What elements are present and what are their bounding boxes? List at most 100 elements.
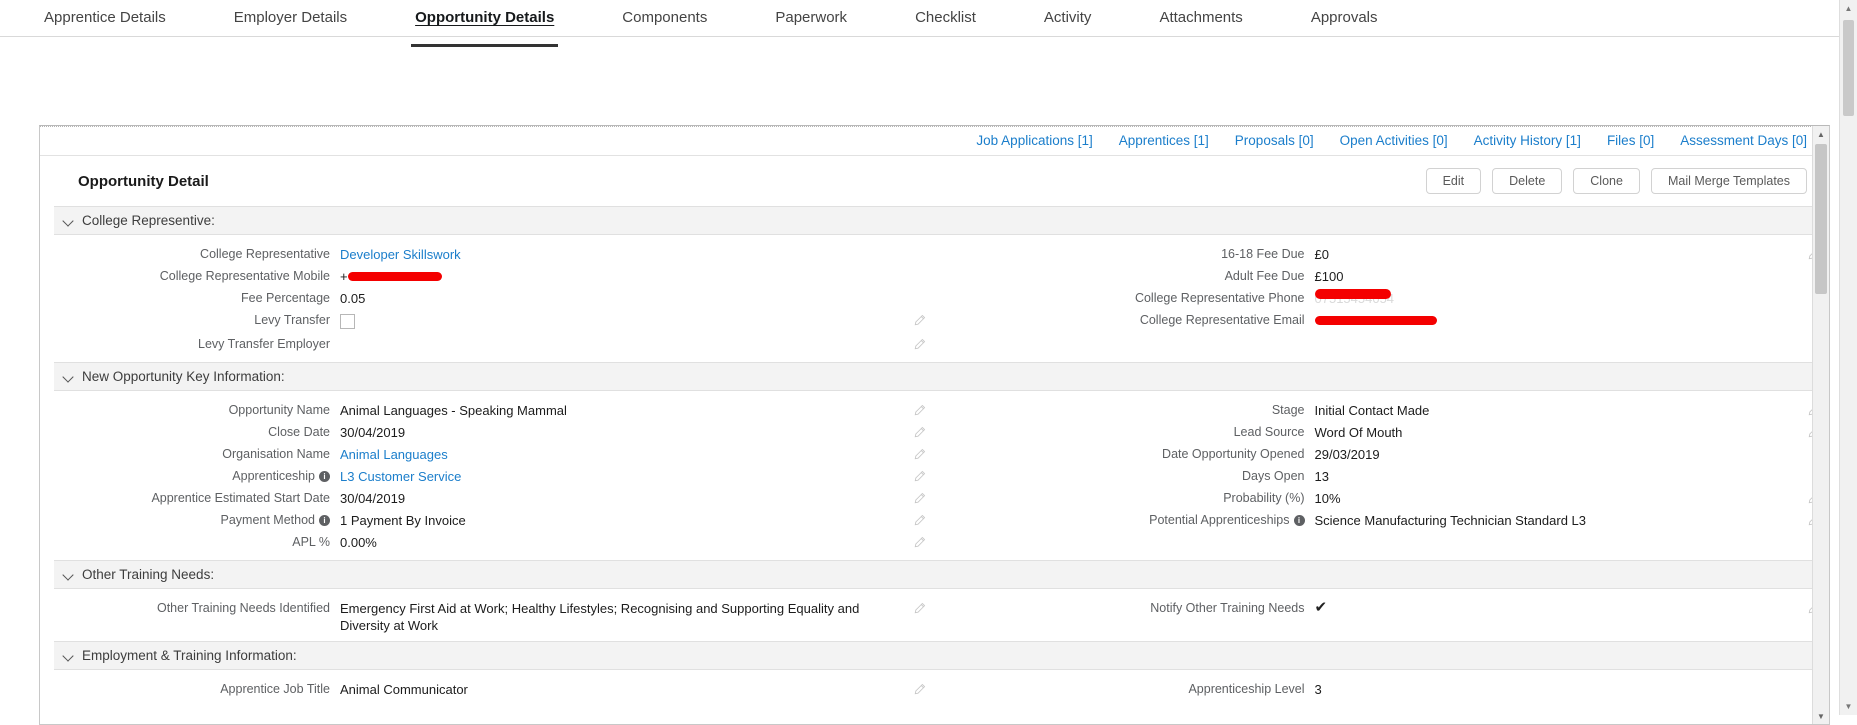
field-column-right: Apprenticeship Level 3 bbox=[935, 679, 1830, 701]
related-link-activity-history-1[interactable]: Activity History [1] bbox=[1474, 133, 1581, 148]
field-value-link[interactable]: Animal Languages bbox=[340, 445, 913, 463]
section-fields: Other Training Needs Identified Emergency… bbox=[40, 589, 1829, 641]
field-value-redacted: 07515454054 bbox=[1314, 289, 1808, 307]
field-label-text: Date Opportunity Opened bbox=[1162, 447, 1305, 461]
main-tab-bar: Apprentice Details Employer Details Opport… bbox=[0, 0, 1857, 47]
page-scroll-up-arrow-icon[interactable]: ▲ bbox=[1840, 0, 1857, 17]
field-value-redacted bbox=[1314, 311, 1808, 329]
field-value-text: + bbox=[340, 269, 348, 284]
scroll-up-arrow-icon[interactable]: ▲ bbox=[1813, 126, 1829, 142]
pencil-edit-icon[interactable] bbox=[913, 602, 926, 615]
levy-transfer-checkbox[interactable] bbox=[340, 314, 355, 329]
pencil-edit-icon[interactable] bbox=[913, 492, 926, 505]
pencil-edit-icon[interactable] bbox=[913, 426, 926, 439]
page-vertical-scrollbar[interactable]: ▲ ▼ bbox=[1839, 0, 1857, 715]
field-label-text: Fee Percentage bbox=[241, 291, 330, 305]
field-value: 3 bbox=[1314, 682, 1322, 697]
field-row: APL % 0.00% bbox=[40, 532, 935, 554]
field-value: 13 bbox=[1314, 469, 1329, 484]
delete-button[interactable]: Delete bbox=[1492, 168, 1563, 194]
page-scroll-down-arrow-icon[interactable]: ▼ bbox=[1840, 698, 1857, 715]
field-value: Science Manufacturing Technician Standar… bbox=[1314, 513, 1587, 528]
pencil-edit-icon[interactable] bbox=[913, 314, 926, 327]
field-row: Payment Method i 1 Payment By Invoice bbox=[40, 510, 935, 532]
chevron-down-icon bbox=[64, 651, 74, 661]
field-label-text: Lead Source bbox=[1233, 425, 1305, 439]
field-value: 30/04/2019 bbox=[340, 425, 406, 440]
field-label: Lead Source bbox=[935, 423, 1305, 440]
pencil-edit-icon[interactable] bbox=[913, 470, 926, 483]
tab-employer-details[interactable]: Employer Details bbox=[234, 0, 347, 36]
field-value: Animal Languages - Speaking Mammal bbox=[340, 403, 567, 418]
section-header-employment-training-information[interactable]: Employment & Training Information: bbox=[54, 641, 1815, 670]
scroll-down-arrow-icon[interactable]: ▼ bbox=[1813, 708, 1829, 724]
related-link-files-0[interactable]: Files [0] bbox=[1607, 133, 1654, 148]
field-label: 16-18 Fee Due bbox=[935, 245, 1305, 262]
pencil-edit-icon[interactable] bbox=[913, 448, 926, 461]
field-column-right: 16-18 Fee Due £0 Adult Fee Due £100 College … bbox=[935, 244, 1830, 356]
field-label-text: Opportunity Name bbox=[228, 403, 330, 417]
info-icon[interactable]: i bbox=[319, 471, 330, 482]
tab-paperwork[interactable]: Paperwork bbox=[775, 0, 847, 36]
field-row: Fee Percentage 0.05 bbox=[40, 288, 935, 310]
field-row: Close Date 30/04/2019 bbox=[40, 422, 935, 444]
tab-attachments[interactable]: Attachments bbox=[1159, 0, 1242, 36]
field-label: Levy Transfer bbox=[40, 311, 330, 328]
page-scrollbar-thumb[interactable] bbox=[1843, 20, 1854, 116]
related-link-open-activities-0[interactable]: Open Activities [0] bbox=[1340, 133, 1448, 148]
pencil-edit-icon[interactable] bbox=[913, 338, 926, 351]
field-label-text: Potential Apprenticeships bbox=[1149, 513, 1290, 527]
field-label: Date Opportunity Opened bbox=[935, 445, 1305, 462]
tab-opportunity-details[interactable]: Opportunity Details bbox=[411, 0, 559, 47]
clone-button[interactable]: Clone bbox=[1573, 168, 1640, 194]
tab-checklist[interactable]: Checklist bbox=[915, 0, 976, 36]
related-link-job-applications-1[interactable]: Job Applications [1] bbox=[976, 133, 1092, 148]
detail-sections: College Representive: College Representat… bbox=[40, 206, 1829, 707]
field-label-text: Payment Method bbox=[220, 513, 316, 527]
field-value: Animal Communicator bbox=[340, 682, 468, 697]
field-value-link[interactable]: L3 Customer Service bbox=[340, 467, 913, 485]
related-link-proposals-0[interactable]: Proposals [0] bbox=[1235, 133, 1314, 148]
tab-apprentice-details[interactable]: Apprentice Details bbox=[44, 0, 166, 36]
field-label: College Representative bbox=[40, 245, 330, 262]
field-value: Emergency First Aid at Work; Healthy Lif… bbox=[340, 601, 860, 633]
pencil-edit-icon[interactable] bbox=[913, 404, 926, 417]
mail-merge-templates-button[interactable]: Mail Merge Templates bbox=[1650, 168, 1807, 194]
field-label-text: College Representative Mobile bbox=[159, 269, 330, 283]
section-title: New Opportunity Key Information: bbox=[82, 369, 285, 384]
field-value: 30/04/2019 bbox=[340, 491, 406, 506]
chevron-down-icon bbox=[64, 216, 74, 226]
info-icon[interactable]: i bbox=[1293, 515, 1305, 526]
info-icon[interactable]: i bbox=[319, 515, 330, 526]
opportunity-detail-frame: Job Applications [1] Apprentices [1] Propo… bbox=[39, 125, 1830, 725]
edit-button[interactable]: Edit bbox=[1425, 168, 1482, 194]
inner-vertical-scrollbar[interactable]: ▲ ▼ bbox=[1812, 126, 1829, 724]
field-row: Date Opportunity Opened 29/03/2019 bbox=[935, 444, 1830, 466]
tab-components[interactable]: Components bbox=[622, 0, 707, 36]
field-column-left: College Representative Developer Skillswo… bbox=[40, 244, 935, 356]
field-column-left: Other Training Needs Identified Emergency… bbox=[40, 598, 935, 635]
field-row: 16-18 Fee Due £0 bbox=[935, 244, 1830, 266]
field-value-link[interactable]: Developer Skillswork bbox=[340, 245, 913, 263]
field-row: Days Open 13 bbox=[935, 466, 1830, 488]
section-header-college-representive[interactable]: College Representive: bbox=[54, 206, 1815, 235]
field-row: Levy Transfer Employer bbox=[40, 334, 935, 356]
section-header-new-opportunity-key-information[interactable]: New Opportunity Key Information: bbox=[54, 362, 1815, 391]
related-link-assessment-days-0[interactable]: Assessment Days [0] bbox=[1680, 133, 1807, 148]
field-value: £0 bbox=[1314, 247, 1329, 262]
tab-activity[interactable]: Activity bbox=[1044, 0, 1092, 36]
field-label: Days Open bbox=[935, 467, 1305, 484]
tab-approvals[interactable]: Approvals bbox=[1311, 0, 1378, 36]
field-label-text: Other Training Needs Identified bbox=[156, 601, 330, 615]
field-label-text: Organisation Name bbox=[222, 447, 330, 461]
pencil-edit-icon[interactable] bbox=[913, 683, 926, 696]
inner-scrollbar-thumb[interactable] bbox=[1815, 144, 1827, 294]
pencil-edit-icon[interactable] bbox=[913, 536, 926, 549]
section-title: Other Training Needs: bbox=[82, 567, 215, 582]
field-label-text: 16-18 Fee Due bbox=[1221, 247, 1305, 261]
related-link-apprentices-1[interactable]: Apprentices [1] bbox=[1119, 133, 1209, 148]
pencil-edit-icon[interactable] bbox=[913, 514, 926, 527]
section-header-other-training-needs[interactable]: Other Training Needs: bbox=[54, 560, 1815, 589]
section-title: College Representive: bbox=[82, 213, 215, 228]
field-label: Apprentice Estimated Start Date bbox=[40, 489, 330, 506]
